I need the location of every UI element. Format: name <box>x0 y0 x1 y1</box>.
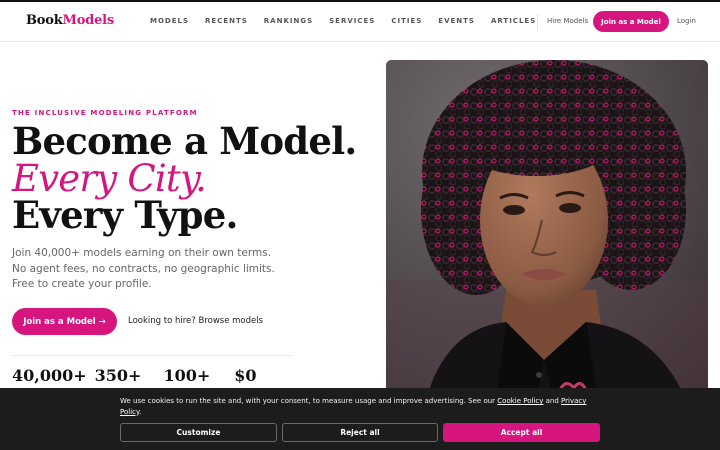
cookie-policy-link[interactable]: Cookie Policy <box>497 397 543 405</box>
cookie-text-after: . <box>139 407 142 416</box>
brand-logo[interactable]: BookModels <box>26 13 114 28</box>
headline-line-3: Every Type. <box>12 193 238 237</box>
cookie-text-middle: and <box>543 397 562 405</box>
cookie-text-before: We use cookies to run the site and, with… <box>120 397 498 405</box>
cookie-banner: We use cookies to run the site and, with… <box>0 388 720 450</box>
main-nav: MODELS RECENTS RANKINGS SERVICES CITIES … <box>150 17 552 25</box>
nav-item-cities[interactable]: CITIES <box>391 17 422 25</box>
site-header: BookModels MODELS RECENTS RANKINGS SERVI… <box>0 2 720 42</box>
stat-cities: 350+ <box>94 366 142 385</box>
login-link[interactable]: Login <box>677 17 696 25</box>
hero-eyebrow: THE INCLUSIVE MODELING PLATFORM <box>12 109 198 117</box>
stat-models: 40,000+ <box>12 366 87 385</box>
headline-line-1: Become a Model. <box>12 119 357 163</box>
stats-divider <box>12 355 292 356</box>
portrait-photo-icon <box>386 60 708 400</box>
cookie-message: We use cookies to run the site and, with… <box>120 396 600 417</box>
nav-item-services[interactable]: SERVICES <box>329 17 375 25</box>
stat-fees: $0 <box>234 366 257 385</box>
nav-item-events[interactable]: EVENTS <box>438 17 475 25</box>
hero-portrait-image <box>386 60 708 400</box>
browse-models-link[interactable]: Looking to hire? Browse models <box>128 316 263 326</box>
brand-name-part2: Models <box>62 13 115 28</box>
hero-headline: Become a Model. Every City. Every Type. <box>12 119 357 237</box>
reject-all-button[interactable]: Reject all <box>282 423 438 442</box>
brand-name-part1: Book <box>26 13 63 28</box>
nav-item-recents[interactable]: RECENTS <box>205 17 248 25</box>
hire-models-link[interactable]: Hire Models <box>547 17 588 25</box>
stats-row: 40,000+ 350+ 100+ $0 <box>12 366 265 385</box>
header-join-button[interactable]: Join as a Model <box>593 11 669 32</box>
nav-divider <box>537 14 538 30</box>
join-as-model-button[interactable]: Join as a Model → <box>12 308 117 335</box>
accept-all-button[interactable]: Accept all <box>443 423 600 442</box>
hero-subtext: Join 40,000+ models earning on their own… <box>12 247 275 290</box>
nav-item-rankings[interactable]: RANKINGS <box>264 17 313 25</box>
headline-line-2: Every City. <box>12 157 207 200</box>
stat-count: 100+ <box>163 366 211 385</box>
nav-item-models[interactable]: MODELS <box>150 17 189 25</box>
customize-button[interactable]: Customize <box>120 423 277 442</box>
nav-item-articles[interactable]: ARTICLES <box>491 17 536 25</box>
